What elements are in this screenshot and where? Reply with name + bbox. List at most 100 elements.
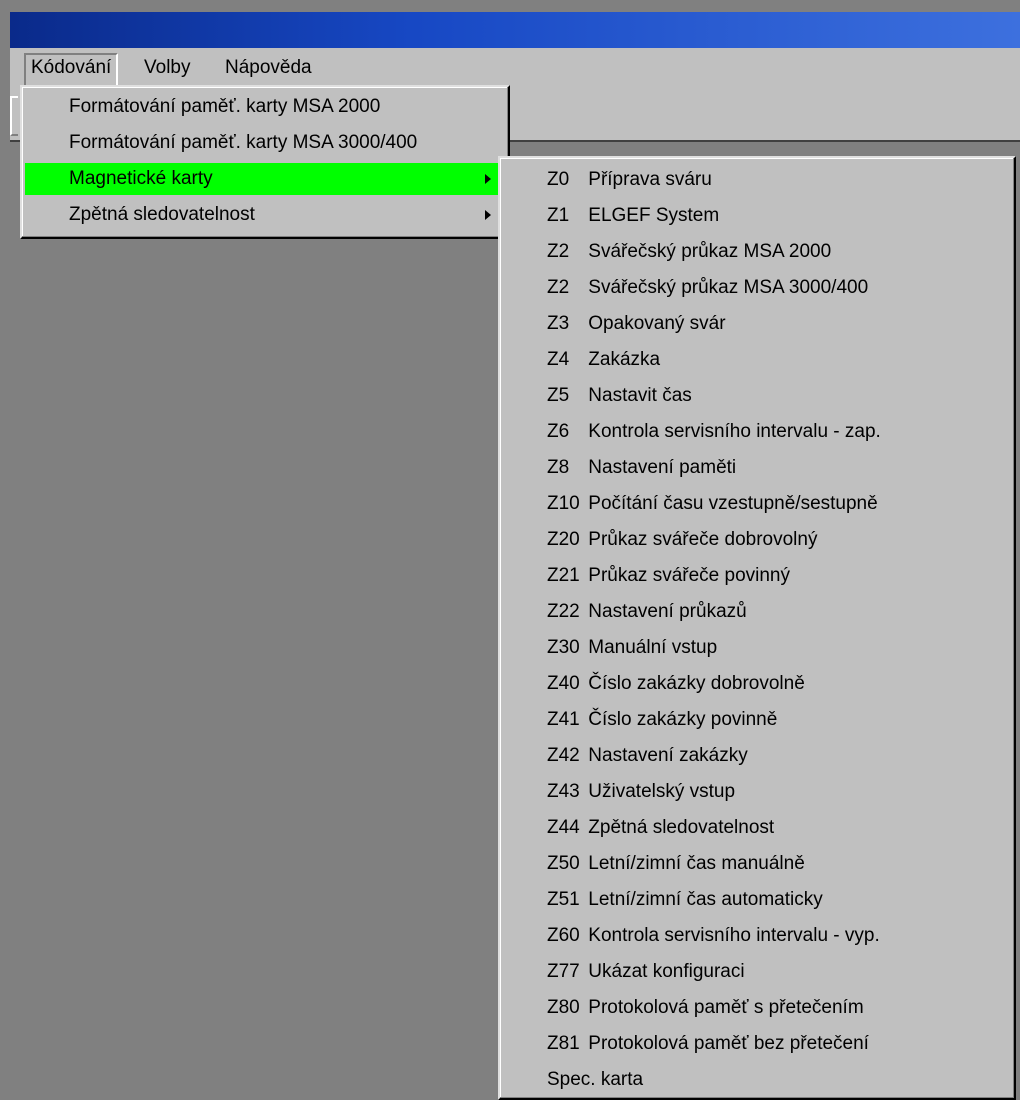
card-code: Z81 [547, 1033, 580, 1054]
menu-item-magnetic-cards[interactable]: Magnetické karty [25, 163, 505, 195]
submenu-item[interactable]: Z6 Kontrola servisního intervalu - zap. [503, 414, 1011, 450]
card-code: Z51 [547, 889, 580, 910]
submenu-item-label: Z4 Zakázka [547, 342, 660, 378]
submenu-item[interactable]: Z77 Ukázat konfiguraci [503, 954, 1011, 990]
card-text: Kontrola servisního intervalu - vyp. [588, 925, 880, 946]
submenu-item-label: Z81 Protokolová paměť bez přetečení [547, 1026, 869, 1062]
card-text: Letní/zimní čas automaticky [588, 889, 823, 910]
card-text: Nastavení paměti [588, 457, 737, 478]
submenu-item[interactable]: Z10 Počítání času vzestupně/sestupně [503, 486, 1011, 522]
menu-item-label: Magnetické karty [69, 168, 213, 189]
card-code: Z2 [547, 277, 570, 298]
submenu-item[interactable]: Z81 Protokolová paměť bez přetečení [503, 1026, 1011, 1062]
submenu-item[interactable]: Z51 Letní/zimní čas automaticky [503, 882, 1011, 918]
card-text: Ukázat konfiguraci [588, 961, 745, 982]
submenu-item-label: Spec. karta [547, 1062, 643, 1098]
submenu-item[interactable]: Z43 Uživatelský vstup [503, 774, 1011, 810]
card-text: Číslo zakázky dobrovolně [588, 673, 805, 694]
submenu-item-label: Z22 Nastavení průkazů [547, 594, 747, 630]
submenu-item-label: Z5 Nastavit čas [547, 378, 692, 414]
card-code: Z8 [547, 457, 570, 478]
card-text: Počítání času vzestupně/sestupně [588, 493, 878, 514]
submenu-item[interactable]: Z21 Průkaz svářeče povinný [503, 558, 1011, 594]
submenu-item-label: Z44 Zpětná sledovatelnost [547, 810, 774, 846]
menu-bar: Kódování Volby Nápověda [10, 48, 1020, 88]
card-code: Z6 [547, 421, 570, 442]
menu-item-format-msa2000[interactable]: Formátování paměť. karty MSA 2000 [25, 91, 505, 123]
card-text: Opakovaný svár [588, 313, 726, 334]
card-text: Zakázka [588, 349, 661, 370]
submenu-item-label: Z6 Kontrola servisního intervalu - zap. [547, 414, 881, 450]
card-text: Kontrola servisního intervalu - zap. [588, 421, 881, 442]
submenu-item[interactable]: Z80 Protokolová paměť s přetečením [503, 990, 1011, 1026]
submenu-item-label: Z0 Příprava sváru [547, 162, 712, 198]
card-text: Nastavení zakázky [588, 745, 748, 766]
submenu-item-label: Z2 Svářečský průkaz MSA 3000/400 [547, 270, 868, 306]
card-code: Z4 [547, 349, 570, 370]
magnetic-cards-submenu: Z0 Příprava sváru Z1 ELGEF System Z2 Sváře… [498, 156, 1016, 1100]
card-text: Svářečský průkaz MSA 3000/400 [588, 277, 869, 298]
card-code: Z80 [547, 997, 580, 1018]
submenu-item-label: Z40 Číslo zakázky dobrovolně [547, 666, 805, 702]
submenu-item[interactable]: Z50 Letní/zimní čas manuálně [503, 846, 1011, 882]
submenu-item[interactable]: Z8 Nastavení paměti [503, 450, 1011, 486]
menu-item-label: Formátování paměť. karty MSA 3000/400 [69, 132, 418, 153]
card-code: Z21 [547, 565, 580, 586]
card-text: Průkaz svářeče povinný [588, 565, 790, 586]
submenu-item-label: Z1 ELGEF System [547, 198, 719, 234]
card-code: Z5 [547, 385, 570, 406]
card-text: Uživatelský vstup [588, 781, 736, 802]
submenu-item-label: Z20 Průkaz svářeče dobrovolný [547, 522, 817, 558]
submenu-item[interactable]: Z2 Svářečský průkaz MSA 2000 [503, 234, 1011, 270]
submenu-item[interactable]: Z60 Kontrola servisního intervalu - vyp. [503, 918, 1011, 954]
card-text: Číslo zakázky povinně [588, 709, 778, 730]
menu-item-traceability[interactable]: Zpětná sledovatelnost [25, 199, 505, 231]
card-code: Z22 [547, 601, 580, 622]
submenu-item[interactable]: Z0 Příprava sváru [503, 162, 1011, 198]
card-text: ELGEF System [588, 205, 720, 226]
menu-kodovani[interactable]: Kódování [24, 53, 119, 87]
submenu-item-label: Z80 Protokolová paměť s přetečením [547, 990, 864, 1026]
submenu-item[interactable]: Z41 Číslo zakázky povinně [503, 702, 1011, 738]
submenu-item[interactable]: Z5 Nastavit čas [503, 378, 1011, 414]
submenu-item-label: Z51 Letní/zimní čas automaticky [547, 882, 823, 918]
card-code: Z0 [547, 169, 570, 190]
menu-napoveda[interactable]: Nápověda [220, 53, 317, 83]
card-code: Z41 [547, 709, 580, 730]
menu-item-label: Formátování paměť. karty MSA 2000 [69, 96, 381, 117]
toolbar-handle [10, 96, 18, 136]
submenu-item[interactable]: Z42 Nastavení zakázky [503, 738, 1011, 774]
card-text: Spec. karta [547, 1069, 644, 1090]
card-code: Z3 [547, 313, 570, 334]
menu-volby[interactable]: Volby [139, 53, 195, 83]
submenu-item-label: Z2 Svářečský průkaz MSA 2000 [547, 234, 831, 270]
card-code: Z1 [547, 205, 570, 226]
card-text: Protokolová paměť bez přetečení [588, 1033, 869, 1054]
submenu-item[interactable]: Z20 Průkaz svářeče dobrovolný [503, 522, 1011, 558]
card-code: Z43 [547, 781, 580, 802]
card-code: Z77 [547, 961, 580, 982]
submenu-item[interactable]: Z2 Svářečský průkaz MSA 3000/400 [503, 270, 1011, 306]
card-text: Zpětná sledovatelnost [588, 817, 775, 838]
submenu-item[interactable]: Z1 ELGEF System [503, 198, 1011, 234]
submenu-item[interactable]: Z40 Číslo zakázky dobrovolně [503, 666, 1011, 702]
submenu-item[interactable]: Z44 Zpětná sledovatelnost [503, 810, 1011, 846]
submenu-item-label: Z21 Průkaz svářeče povinný [547, 558, 790, 594]
submenu-item-label: Z50 Letní/zimní čas manuálně [547, 846, 805, 882]
submenu-item[interactable]: Z3 Opakovaný svár [503, 306, 1011, 342]
kodovani-dropdown: Formátování paměť. karty MSA 2000 Formát… [20, 85, 510, 239]
submenu-item[interactable]: Z4 Zakázka [503, 342, 1011, 378]
card-text: Svářečský průkaz MSA 2000 [588, 241, 832, 262]
menu-item-format-msa3000[interactable]: Formátování paměť. karty MSA 3000/400 [25, 127, 505, 159]
card-text: Příprava sváru [588, 169, 712, 190]
card-text: Letní/zimní čas manuálně [588, 853, 805, 874]
card-text: Protokolová paměť s přetečením [588, 997, 864, 1018]
card-text: Průkaz svářeče dobrovolný [588, 529, 818, 550]
card-text: Nastavit čas [588, 385, 692, 406]
submenu-item-label: Z3 Opakovaný svár [547, 306, 726, 342]
submenu-item[interactable]: Spec. karta [503, 1062, 1011, 1098]
submenu-item[interactable]: Z22 Nastavení průkazů [503, 594, 1011, 630]
window-title-bar[interactable] [10, 12, 1020, 48]
card-text: Nastavení průkazů [588, 601, 747, 622]
submenu-item[interactable]: Z30 Manuální vstup [503, 630, 1011, 666]
